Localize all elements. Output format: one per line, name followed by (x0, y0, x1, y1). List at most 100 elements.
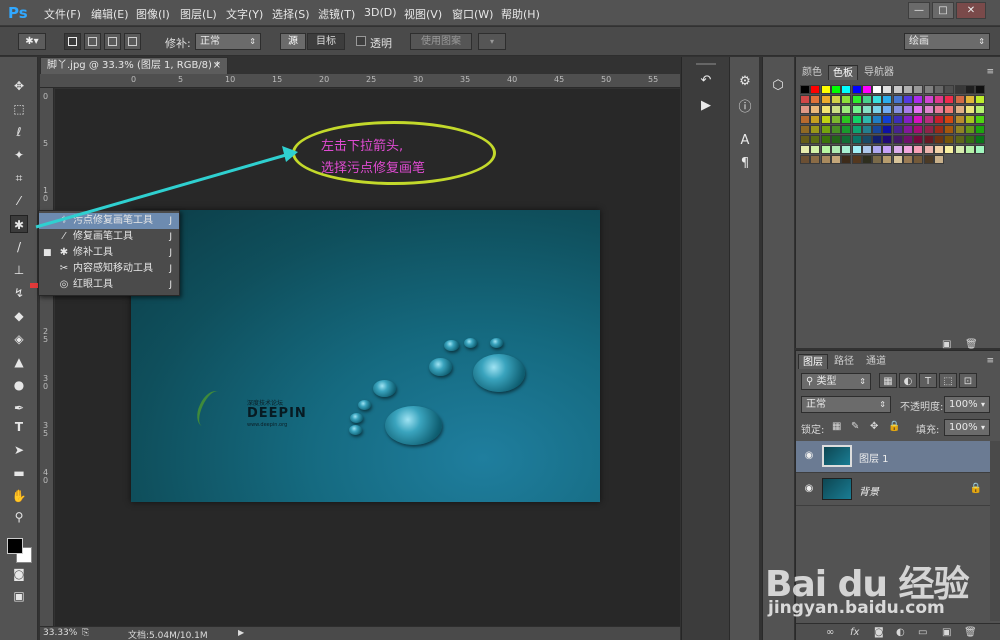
filter-pixel-icon[interactable]: ▦ (879, 373, 897, 388)
minimize-button[interactable]: — (908, 2, 930, 19)
swatch[interactable] (841, 95, 852, 104)
pattern-picker[interactable]: ▾ (478, 33, 506, 50)
swatch[interactable] (903, 115, 913, 124)
swatch[interactable] (830, 155, 841, 164)
status-menu-arrow-icon[interactable]: ▶ (238, 628, 244, 637)
swatch[interactable] (964, 105, 975, 114)
flyout-item-red-eye[interactable]: ◎ 红眼工具 J (39, 277, 179, 293)
swatch[interactable] (872, 115, 883, 124)
swatch[interactable] (851, 155, 862, 164)
swatch[interactable] (923, 155, 934, 164)
swatch[interactable] (954, 125, 965, 134)
swatch[interactable] (841, 125, 852, 134)
swatch[interactable] (944, 95, 955, 104)
marquee-tool-icon[interactable]: ⬚ (10, 100, 28, 118)
swatch[interactable] (892, 105, 903, 114)
dock-grip[interactable] (696, 63, 716, 65)
play-action-icon[interactable]: ▶ (697, 97, 715, 115)
properties-icon[interactable]: ⚙ (736, 73, 754, 91)
3d-cube-icon[interactable]: ⬡ (769, 77, 787, 95)
swatch[interactable] (820, 85, 831, 94)
swatch[interactable] (903, 95, 913, 104)
swatch[interactable] (872, 95, 883, 104)
swatch[interactable] (861, 95, 872, 104)
target-button[interactable]: 目标 (307, 33, 345, 50)
menu-image[interactable]: 图像(I) (136, 6, 170, 22)
lock-all-icon[interactable]: 🔒 (888, 421, 900, 432)
swatch[interactable] (872, 85, 883, 94)
swatch[interactable] (830, 145, 841, 154)
swatch[interactable] (882, 145, 893, 154)
workspace-select[interactable]: 绘画 ⇕ (904, 33, 990, 50)
eraser-tool-icon[interactable]: ◆ (10, 307, 28, 325)
swatch[interactable] (933, 115, 944, 124)
link-icon[interactable]: ∞ (826, 627, 834, 638)
group-icon[interactable]: ▭ (918, 627, 927, 638)
crop-tool-icon[interactable]: ⌗ (10, 169, 28, 187)
swatch[interactable] (903, 155, 913, 164)
swatch[interactable] (954, 145, 965, 154)
swatch[interactable] (975, 95, 986, 104)
swatch[interactable] (882, 85, 893, 94)
add-selection-button[interactable] (84, 33, 101, 50)
swatch[interactable] (882, 135, 893, 144)
tab-paths[interactable]: 路径 (830, 354, 858, 369)
swatch[interactable] (861, 125, 872, 134)
info-icon[interactable]: ⓘ (736, 99, 754, 117)
swatch[interactable] (975, 135, 986, 144)
swatch[interactable] (841, 105, 852, 114)
swatch[interactable] (933, 105, 944, 114)
swatch[interactable] (975, 125, 986, 134)
swatch[interactable] (933, 135, 944, 144)
swatch[interactable] (923, 125, 934, 134)
swatch[interactable] (903, 105, 913, 114)
swatch[interactable] (830, 135, 841, 144)
swatch[interactable] (933, 145, 944, 154)
swatch[interactable] (841, 85, 852, 94)
magic-wand-tool-icon[interactable]: ✦ (10, 146, 28, 164)
menu-filter[interactable]: 滤镜(T) (318, 6, 355, 22)
swatch[interactable] (851, 135, 862, 144)
swatch[interactable] (944, 135, 955, 144)
swatch[interactable] (851, 145, 862, 154)
flyout-item-spot-healing-brush[interactable]: ⚕ 污点修复画笔工具 J (39, 213, 179, 229)
lock-image-icon[interactable]: ✎ (851, 421, 859, 432)
swatch[interactable] (964, 135, 975, 144)
swatch[interactable] (841, 115, 852, 124)
swatch[interactable] (964, 85, 975, 94)
swatch[interactable] (872, 105, 883, 114)
zoom-level[interactable]: 33.33% (43, 628, 77, 638)
layer-row-background[interactable]: ◉ 背景 🔒 (796, 474, 990, 506)
flyout-arrow-marker[interactable] (30, 283, 38, 288)
swatch[interactable] (872, 125, 883, 134)
stamp-tool-icon[interactable]: ⊥ (10, 261, 28, 279)
swatch[interactable] (810, 155, 821, 164)
swatch[interactable] (975, 105, 986, 114)
swatch[interactable] (851, 105, 862, 114)
swatch[interactable] (944, 85, 955, 94)
swatch[interactable] (861, 155, 872, 164)
fx-icon[interactable]: fx (850, 627, 859, 638)
new-swatch-icon[interactable]: ▣ (942, 339, 951, 350)
swatch[interactable] (800, 125, 810, 134)
filter-shape-icon[interactable]: ⬚ (939, 373, 957, 388)
swatch[interactable] (820, 95, 831, 104)
swatch[interactable] (830, 85, 841, 94)
swatch[interactable] (913, 115, 924, 124)
foreground-color-swatch-front[interactable] (7, 538, 23, 554)
swatch[interactable] (975, 85, 986, 94)
move-tool-icon[interactable]: ✥ (10, 77, 28, 95)
swatch[interactable] (861, 85, 872, 94)
mask-icon[interactable]: ◙ (874, 627, 884, 638)
swatch[interactable] (944, 145, 955, 154)
swatch[interactable] (851, 95, 862, 104)
swatch[interactable] (923, 145, 934, 154)
patch-tool-icon[interactable]: ✱ (10, 215, 28, 233)
swatch[interactable] (882, 105, 893, 114)
menu-type[interactable]: 文字(Y) (226, 6, 263, 22)
swatch[interactable] (892, 145, 903, 154)
patch-mode-select[interactable]: 正常 ⇕ (195, 33, 261, 50)
swatch[interactable] (841, 135, 852, 144)
swatch[interactable] (892, 135, 903, 144)
swatch[interactable] (923, 135, 934, 144)
